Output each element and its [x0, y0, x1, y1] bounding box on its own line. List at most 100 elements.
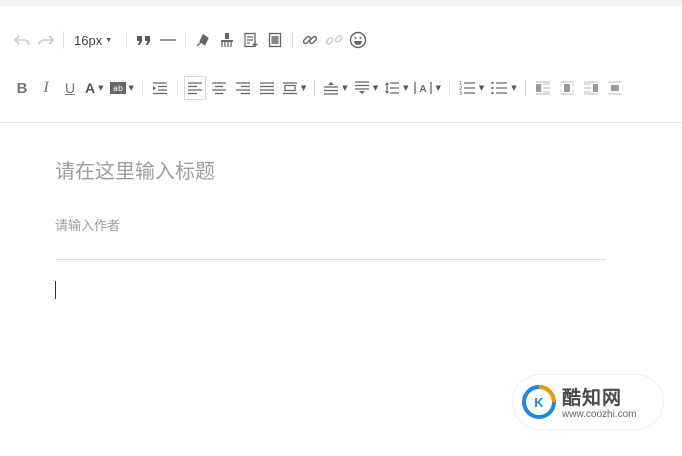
toolbar-separator: [524, 79, 526, 97]
redo-button[interactable]: [35, 28, 57, 52]
ordered-list-dropdown[interactable]: 123 ▼: [456, 76, 486, 100]
chevron-down-icon: ▼: [372, 83, 379, 92]
align-right-button[interactable]: [232, 76, 254, 100]
align-center-icon: [211, 81, 227, 95]
image-center-button[interactable]: [556, 76, 578, 100]
clear-format-icon: [195, 32, 211, 48]
italic-button[interactable]: I: [35, 76, 57, 100]
text-cursor: [55, 281, 56, 299]
toolbar-separator: [63, 31, 64, 49]
paragraph-spacing-bottom-icon: [354, 81, 370, 95]
image-float-icon: [282, 81, 298, 95]
redo-icon: [37, 33, 55, 47]
format-painter-button[interactable]: [216, 28, 238, 52]
link-button[interactable]: [299, 28, 321, 52]
unlink-button[interactable]: [323, 28, 345, 52]
bold-button[interactable]: B: [11, 76, 33, 100]
font-size-value: 16px: [74, 32, 103, 48]
toolbar-separator: [292, 31, 294, 49]
watermark: K 酷知网 www.coozhi.com: [512, 372, 664, 432]
clear-format-button[interactable]: [192, 28, 214, 52]
undo-icon: [13, 33, 31, 47]
chevron-down-icon: ▼: [300, 83, 307, 92]
font-color-icon: A: [85, 80, 96, 96]
paragraph-spacing-top-dropdown[interactable]: ▼: [321, 76, 349, 100]
toolbar-row-1: 16px ▼: [10, 27, 370, 53]
ordered-list-icon: 123: [458, 80, 476, 96]
image-center-icon: [559, 81, 575, 95]
toolbar-separator: [185, 31, 187, 49]
chevron-down-icon: ▼: [98, 83, 104, 92]
align-center-button[interactable]: [208, 76, 230, 100]
highlight-color-button[interactable]: ab ▼: [108, 76, 136, 100]
font-color-button[interactable]: A ▼: [83, 76, 106, 100]
letter-spacing-icon: A: [414, 81, 433, 95]
align-justify-button[interactable]: [256, 76, 278, 100]
chevron-down-icon: ▼: [128, 83, 134, 92]
horizontal-rule-button[interactable]: [157, 28, 179, 52]
line-height-icon: [384, 81, 400, 95]
image-left-icon: [535, 81, 551, 95]
unlink-icon: [325, 31, 343, 49]
image-float-dropdown[interactable]: ▼: [280, 76, 308, 100]
image-right-icon: [583, 81, 599, 95]
toolbar-separator: [448, 79, 450, 97]
toolbar-separator: [126, 31, 128, 49]
letter-spacing-dropdown[interactable]: A ▼: [412, 76, 442, 100]
indent-button[interactable]: [149, 76, 171, 100]
undo-button[interactable]: [11, 28, 33, 52]
align-left-button[interactable]: [183, 76, 206, 100]
watermark-name: 酷知网: [562, 387, 623, 409]
insert-template-icon: [243, 32, 259, 48]
title-input[interactable]: [55, 155, 605, 187]
chevron-down-icon: ▼: [511, 83, 517, 92]
image-none-icon: [607, 81, 623, 95]
title-divider: [55, 259, 606, 260]
italic-icon: I: [43, 79, 49, 96]
bold-icon: B: [16, 79, 28, 97]
align-left-icon: [187, 81, 203, 95]
paste-plain-icon: [267, 32, 283, 48]
emoji-button[interactable]: [347, 28, 369, 52]
chevron-down-icon: ▼: [105, 36, 113, 44]
unordered-list-dropdown[interactable]: ▼: [488, 76, 518, 100]
chevron-down-icon: ▼: [478, 83, 485, 92]
insert-template-button[interactable]: [240, 28, 262, 52]
paragraph-spacing-bottom-dropdown[interactable]: ▼: [352, 76, 380, 100]
underline-button[interactable]: U: [59, 76, 81, 100]
image-right-button[interactable]: [580, 76, 602, 100]
unordered-list-icon: [490, 80, 508, 96]
link-icon: [301, 31, 319, 49]
svg-text:3: 3: [459, 91, 462, 96]
font-size-dropdown[interactable]: 16px ▼: [70, 28, 120, 52]
svg-text:K: K: [534, 395, 544, 410]
horizontal-rule-icon: [159, 34, 177, 46]
svg-text:ab: ab: [113, 84, 123, 93]
image-left-button[interactable]: [532, 76, 554, 100]
coozhi-logo-icon: K: [522, 385, 556, 423]
toolbar-separator: [314, 79, 316, 97]
align-right-icon: [235, 81, 251, 95]
align-justify-icon: [259, 81, 275, 95]
author-input[interactable]: [55, 215, 605, 237]
chevron-down-icon: ▼: [435, 83, 441, 92]
blockquote-icon: [136, 34, 152, 46]
underline-icon: U: [64, 80, 76, 96]
toolbar-separator: [141, 79, 143, 97]
paragraph-spacing-top-icon: [323, 81, 339, 95]
toolbar-separator: [176, 79, 178, 97]
indent-icon: [152, 81, 168, 95]
chevron-down-icon: ▼: [342, 83, 348, 92]
paste-plain-button[interactable]: [264, 28, 286, 52]
emoji-icon: [349, 31, 367, 49]
image-none-button[interactable]: [604, 76, 626, 100]
chevron-down-icon: ▼: [403, 83, 409, 92]
highlight-color-icon: ab: [109, 82, 126, 94]
format-painter-icon: [219, 32, 235, 48]
blockquote-button[interactable]: [133, 28, 155, 52]
line-height-dropdown[interactable]: ▼: [382, 76, 410, 100]
watermark-url: www.coozhi.com: [562, 409, 637, 420]
editor-toolbar: 16px ▼ B I U A ▼ ab ▼ ▼ ▼ ▼ ▼ A ▼ 1 2 3 …: [0, 6, 682, 123]
toolbar-row-2: B I U A ▼ ab ▼ ▼ ▼ ▼ ▼ A ▼ 1 2 3 ▼ ▼: [10, 75, 627, 101]
svg-text:A: A: [420, 84, 427, 95]
